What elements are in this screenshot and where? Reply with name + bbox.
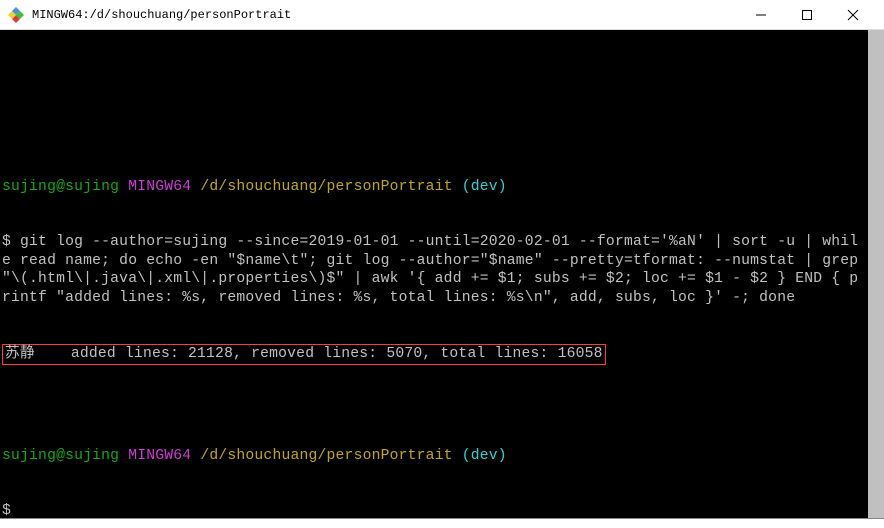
branch-label: (dev) (462, 448, 507, 464)
prompt-line: sujing@sujing MINGW64 /d/shouchuang/pers… (2, 447, 866, 466)
window-controls (738, 6, 876, 24)
cwd-path: /d/shouchuang/personPortrait (200, 179, 452, 195)
prompt-line: sujing@sujing MINGW64 /d/shouchuang/pers… (2, 178, 866, 197)
env-label: MINGW64 (128, 179, 191, 195)
app-icon (8, 7, 24, 23)
cursor-line: $ (2, 502, 866, 521)
vertical-scrollbar[interactable] (868, 30, 884, 518)
terminal[interactable]: sujing@sujing MINGW64 /d/shouchuang/pers… (0, 30, 884, 518)
output-highlight: 苏静 added lines: 21128, removed lines: 50… (2, 344, 606, 365)
env-label: MINGW64 (128, 448, 191, 464)
window-titlebar: MINGW64:/d/shouchuang/personPortrait (0, 0, 884, 30)
close-button[interactable] (830, 0, 876, 30)
minimize-button[interactable] (738, 0, 784, 30)
window-title: MINGW64:/d/shouchuang/personPortrait (32, 8, 738, 22)
terminal-area: sujing@sujing MINGW64 /d/shouchuang/pers… (0, 30, 884, 528)
user-host: sujing@sujing (2, 179, 119, 195)
cwd-path: /d/shouchuang/personPortrait (200, 448, 452, 464)
user-host: sujing@sujing (2, 448, 119, 464)
output-line: 苏静 added lines: 21128, removed lines: 50… (5, 346, 603, 362)
branch-label: (dev) (462, 179, 507, 195)
maximize-button[interactable] (784, 0, 830, 30)
command-text: $ git log --author=sujing --since=2019-0… (2, 233, 866, 307)
